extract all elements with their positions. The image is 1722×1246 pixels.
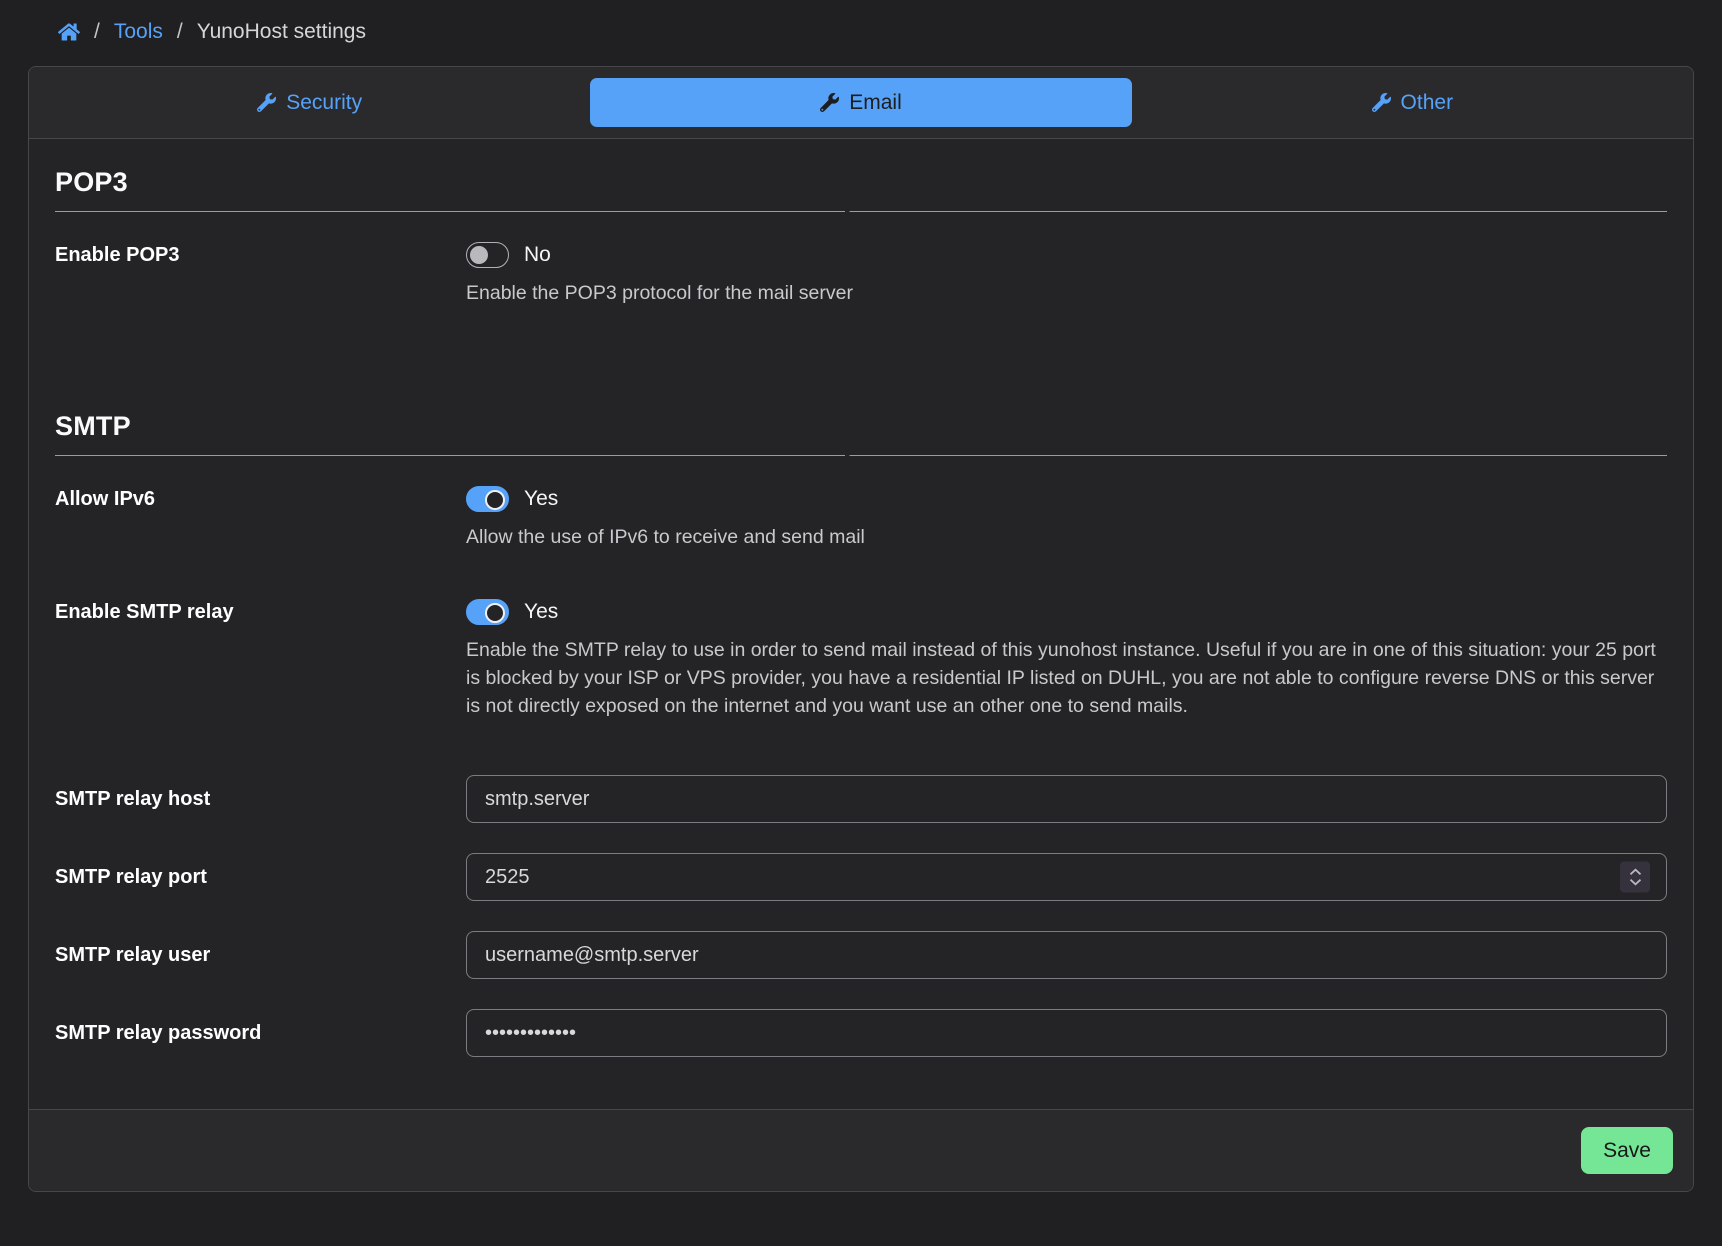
enable-smtp-relay-state: Yes	[524, 600, 558, 624]
tab-other-label: Other	[1401, 91, 1454, 115]
settings-tabbar: Security Email Other	[29, 67, 1693, 139]
pop3-section-title: POP3	[55, 167, 1667, 211]
port-stepper[interactable]	[1620, 862, 1650, 893]
wrench-icon	[820, 93, 839, 112]
smtp-relay-port-row: SMTP relay port	[55, 853, 1667, 901]
home-link[interactable]	[58, 22, 80, 42]
enable-smtp-relay-label: Enable SMTP relay	[55, 599, 466, 624]
breadcrumb: / Tools / YunoHost settings	[0, 0, 1722, 66]
smtp-relay-host-row: SMTP relay host	[55, 775, 1667, 823]
enable-smtp-relay-row: Enable SMTP relay Yes Enable the SMTP re…	[55, 599, 1667, 720]
smtp-relay-user-row: SMTP relay user	[55, 931, 1667, 979]
smtp-relay-host-input[interactable]	[466, 775, 1667, 823]
toggle-knob	[470, 246, 488, 264]
chevron-up-icon	[1629, 869, 1642, 876]
smtp-relay-user-input[interactable]	[466, 931, 1667, 979]
allow-ipv6-state: Yes	[524, 487, 558, 511]
enable-pop3-toggle[interactable]	[466, 242, 509, 268]
smtp-relay-host-label: SMTP relay host	[55, 788, 466, 811]
card-footer: Save	[29, 1109, 1693, 1191]
enable-pop3-label: Enable POP3	[55, 242, 466, 267]
smtp-section-title: SMTP	[55, 411, 1667, 455]
page-title: YunoHost settings	[197, 20, 366, 44]
chevron-down-icon	[1629, 879, 1642, 886]
tab-other[interactable]: Other	[1142, 78, 1683, 127]
toggle-knob	[485, 490, 505, 510]
allow-ipv6-row: Allow IPv6 Yes Allow the use of IPv6 to …	[55, 486, 1667, 551]
enable-pop3-description: Enable the POP3 protocol for the mail se…	[466, 279, 1667, 307]
tab-security[interactable]: Security	[39, 78, 580, 127]
smtp-relay-port-label: SMTP relay port	[55, 866, 466, 889]
enable-pop3-state: No	[524, 243, 551, 267]
tab-email-label: Email	[849, 91, 902, 115]
breadcrumb-separator: /	[94, 20, 100, 44]
settings-card: Security Email Other POP3 Enable POP3 No	[28, 66, 1694, 1192]
section-divider	[55, 455, 1667, 456]
breadcrumb-separator: /	[177, 20, 183, 44]
save-button[interactable]: Save	[1581, 1127, 1673, 1174]
enable-smtp-relay-description: Enable the SMTP relay to use in order to…	[466, 636, 1667, 720]
wrench-icon	[257, 93, 276, 112]
settings-form: POP3 Enable POP3 No Enable the POP3 prot…	[29, 139, 1693, 1109]
section-divider	[55, 211, 1667, 212]
tab-email[interactable]: Email	[590, 78, 1131, 127]
tab-security-label: Security	[286, 91, 362, 115]
enable-smtp-relay-toggle[interactable]	[466, 599, 509, 625]
allow-ipv6-label: Allow IPv6	[55, 486, 466, 511]
allow-ipv6-description: Allow the use of IPv6 to receive and sen…	[466, 523, 1667, 551]
smtp-relay-password-input[interactable]	[466, 1009, 1667, 1057]
smtp-relay-user-label: SMTP relay user	[55, 944, 466, 967]
wrench-icon	[1372, 93, 1391, 112]
home-icon	[58, 22, 80, 42]
smtp-relay-password-label: SMTP relay password	[55, 1022, 466, 1045]
toggle-knob	[485, 603, 505, 623]
allow-ipv6-toggle[interactable]	[466, 486, 509, 512]
enable-pop3-row: Enable POP3 No Enable the POP3 protocol …	[55, 242, 1667, 307]
section-smtp: SMTP Allow IPv6 Yes Allow the use of IPv…	[55, 411, 1667, 1057]
smtp-relay-password-row: SMTP relay password	[55, 1009, 1667, 1057]
breadcrumb-tools-link[interactable]: Tools	[114, 20, 163, 44]
section-pop3: POP3 Enable POP3 No Enable the POP3 prot…	[55, 167, 1667, 307]
smtp-relay-port-input[interactable]	[466, 853, 1667, 901]
